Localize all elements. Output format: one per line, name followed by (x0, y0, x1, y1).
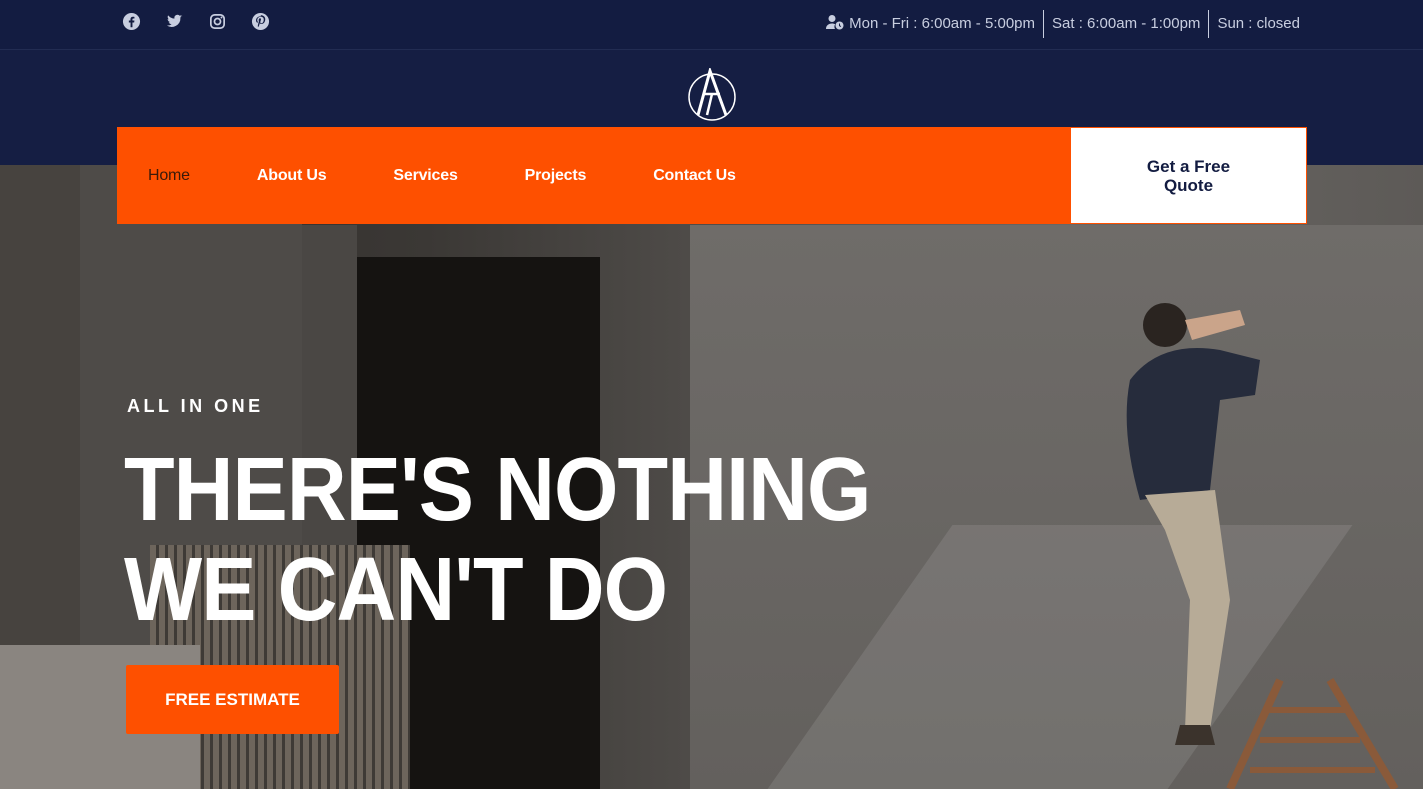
nav-about-us[interactable]: About Us (257, 167, 327, 185)
facebook-icon[interactable] (122, 12, 141, 31)
opening-hours: Mon - Fri : 6:00am - 5:00pm Sat : 6:00am… (818, 10, 1300, 38)
main-navigation: Home About Us Services Projects Contact … (117, 127, 1070, 224)
hours-saturday: Sat : 6:00am - 1:00pm (1043, 10, 1208, 38)
hours-sunday: Sun : closed (1208, 10, 1300, 38)
hours-weekdays: Mon - Fri : 6:00am - 5:00pm (818, 10, 1043, 38)
get-free-quote-button[interactable]: Get a Free Quote (1070, 127, 1307, 224)
hero-eyebrow: ALL IN ONE (127, 396, 264, 416)
free-estimate-button[interactable]: FREE ESTIMATE (126, 665, 339, 734)
hero-headline-line2: WE CAN'T DO (124, 540, 668, 640)
pinterest-icon[interactable] (251, 12, 270, 31)
hours-weekdays-text: Mon - Fri : 6:00am - 5:00pm (849, 15, 1036, 32)
hero-headline: THERE'S NOTHING WE CAN'T DO (124, 440, 878, 640)
top-bar: Mon - Fri : 6:00am - 5:00pm Sat : 6:00am… (0, 0, 1423, 50)
nav-projects[interactable]: Projects (525, 167, 587, 185)
nav-home[interactable]: Home (148, 167, 190, 185)
hero-headline-line1: THERE'S NOTHING (124, 440, 871, 540)
instagram-icon[interactable] (208, 12, 227, 31)
worker-on-ladder-illustration (1126, 303, 1399, 789)
brand-logo[interactable] (687, 68, 737, 122)
nav-contact-us[interactable]: Contact Us (653, 167, 736, 185)
user-clock-icon (826, 15, 844, 30)
social-links (122, 12, 270, 31)
twitter-icon[interactable] (165, 12, 184, 31)
nav-services[interactable]: Services (393, 167, 457, 185)
